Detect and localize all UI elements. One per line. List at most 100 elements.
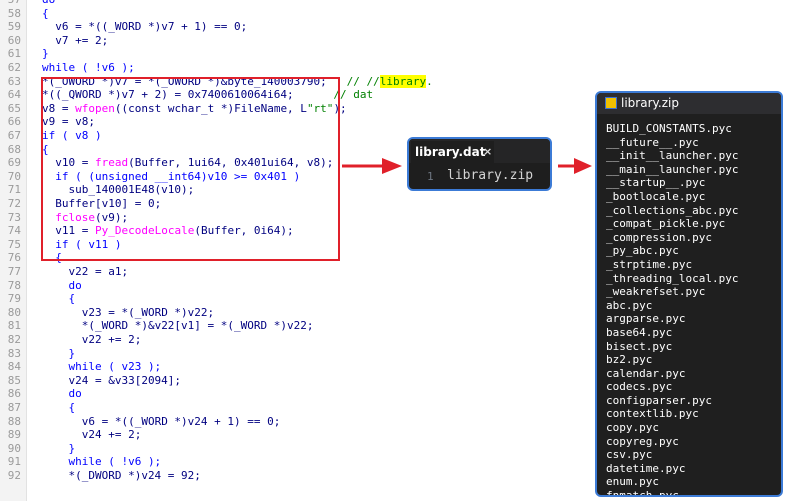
zip-file-item[interactable]: __startup__.pyc xyxy=(606,176,738,190)
code-line: 61} xyxy=(0,47,787,61)
code-text[interactable]: v6 = *((_WORD *)v24 + 1) == 0; xyxy=(82,415,281,429)
code-text[interactable]: while ( !v6 ); xyxy=(42,61,135,75)
zip-file-item[interactable]: bisect.pyc xyxy=(606,340,738,354)
line-number: 91 xyxy=(7,455,21,469)
zip-file-item[interactable]: _compat_pickle.pyc xyxy=(606,217,738,231)
line-number: 86 xyxy=(7,387,21,401)
code-text[interactable]: do xyxy=(68,387,81,401)
code-text[interactable]: } xyxy=(68,347,75,361)
zip-file-item[interactable]: abc.pyc xyxy=(606,299,738,313)
zip-file-item[interactable]: bz2.pyc xyxy=(606,353,738,367)
code-text[interactable]: { xyxy=(68,292,75,306)
line-number: 88 xyxy=(7,414,21,428)
code-text[interactable]: v22 += 2; xyxy=(82,333,142,347)
zip-file-item[interactable]: base64.pyc xyxy=(606,326,738,340)
zip-file-list: BUILD_CONSTANTS.pyc __future__.pyc __init_… xyxy=(606,122,738,495)
code-text[interactable]: while ( !v6 ); xyxy=(68,455,161,469)
line-number: 61 xyxy=(7,47,21,61)
code-line: 58 { xyxy=(0,7,787,21)
zip-file-item[interactable]: __init__launcher.pyc xyxy=(606,149,738,163)
code-token: do xyxy=(42,0,55,6)
zip-title-bar: library.zip xyxy=(597,93,781,114)
line-number: 74 xyxy=(7,224,21,238)
code-text[interactable]: v23 = *(_WORD *)v22; xyxy=(82,306,214,320)
close-icon[interactable]: × xyxy=(483,141,492,163)
line-number: 90 xyxy=(7,441,21,455)
tab-library-dat[interactable]: library.dat × xyxy=(411,141,494,163)
zip-file-item[interactable]: copyreg.pyc xyxy=(606,435,738,449)
code-token: } xyxy=(68,346,76,360)
code-token: while ( !v6 ); xyxy=(68,455,162,469)
zip-file-item[interactable]: enum.pyc xyxy=(606,475,738,489)
zip-file-item[interactable]: calendar.pyc xyxy=(606,367,738,381)
line-number: 80 xyxy=(7,305,21,319)
code-text[interactable]: while ( v23 ); xyxy=(68,360,161,374)
zip-title: library.zip xyxy=(621,96,679,110)
zip-file-item[interactable]: datetime.pyc xyxy=(606,462,738,476)
zip-file-item[interactable]: copy.pyc xyxy=(606,421,738,435)
zip-file-item[interactable]: __future__.pyc xyxy=(606,136,738,150)
code-token: v7 += 2; xyxy=(55,33,109,47)
zip-file-item[interactable]: _weakrefset.pyc xyxy=(606,285,738,299)
zip-file-item[interactable]: _threading_local.pyc xyxy=(606,272,738,286)
code-text[interactable]: v6 = *((_WORD *)v7 + 1) == 0; xyxy=(55,20,247,34)
code-text[interactable]: v24 = &v33[2094]; xyxy=(68,374,181,388)
line-number: 59 xyxy=(7,20,21,34)
line-number: 70 xyxy=(7,169,21,183)
code-text[interactable]: v22 = a1; xyxy=(68,265,128,279)
line-number: 85 xyxy=(7,373,21,387)
line-number: 71 xyxy=(7,183,21,197)
line-number: 83 xyxy=(7,346,21,360)
line-number: 82 xyxy=(7,333,21,346)
code-text[interactable]: } xyxy=(42,47,49,61)
zip-file-item[interactable]: _py_abc.pyc xyxy=(606,244,738,258)
tab-label: library.dat xyxy=(415,145,486,159)
code-text[interactable]: *(_DWORD *)v24 = 92; xyxy=(68,469,200,483)
code-token: { xyxy=(68,292,76,306)
line-number: 73 xyxy=(7,210,21,224)
line-number: 84 xyxy=(7,360,21,374)
code-text[interactable]: { xyxy=(68,401,75,415)
code-token: do xyxy=(68,278,82,292)
code-text[interactable]: do xyxy=(68,279,81,293)
code-token: { xyxy=(42,6,49,20)
zip-archive-icon xyxy=(605,97,617,109)
line-number: 75 xyxy=(7,237,21,251)
code-text[interactable]: v7 += 2; xyxy=(55,34,108,48)
line-number: 65 xyxy=(7,101,21,115)
code-token: library xyxy=(379,74,427,88)
line-number: 63 xyxy=(7,74,21,88)
code-token: . xyxy=(426,74,433,88)
arrow-icon xyxy=(558,158,592,174)
zip-file-item[interactable]: _collections_abc.pyc xyxy=(606,204,738,218)
zip-file-item[interactable]: contextlib.pyc xyxy=(606,407,738,421)
code-text[interactable]: *(_WORD *)&v22[v1] = *(_WORD *)v22; xyxy=(82,319,314,333)
zip-file-item[interactable]: codecs.pyc xyxy=(606,380,738,394)
code-token: v24 += 2; xyxy=(81,428,142,442)
zip-file-item[interactable]: argparse.pyc xyxy=(606,312,738,326)
code-token: v6 = *((_WORD *)v7 + 1) == 0; xyxy=(55,20,248,34)
code-line: 59 v6 = *((_WORD *)v7 + 1) == 0; xyxy=(0,20,787,34)
line-number: 76 xyxy=(7,251,21,265)
code-token: while ( v23 ); xyxy=(68,360,162,374)
code-token: } xyxy=(42,47,49,61)
zip-file-item[interactable]: fnmatch.pyc xyxy=(606,489,738,495)
code-line: 62 while ( !v6 ); xyxy=(0,61,787,75)
code-text[interactable]: v24 += 2; xyxy=(82,428,142,442)
code-text[interactable]: do xyxy=(42,0,55,7)
code-token: } xyxy=(68,441,76,455)
zip-file-item[interactable]: BUILD_CONSTANTS.pyc xyxy=(606,122,738,136)
zip-file-item[interactable]: __main__launcher.pyc xyxy=(606,163,738,177)
line-number: 77 xyxy=(7,265,21,278)
zip-file-item[interactable]: configparser.pyc xyxy=(606,394,738,408)
zip-file-item[interactable]: _strptime.pyc xyxy=(606,258,738,272)
line-number: 87 xyxy=(7,401,21,414)
code-token: v24 = &v33[2094]; xyxy=(68,373,182,387)
file-content[interactable]: library.zip xyxy=(447,168,533,183)
zip-file-item[interactable]: csv.pyc xyxy=(606,448,738,462)
line-number: 79 xyxy=(7,292,21,306)
code-text[interactable]: } xyxy=(68,442,75,456)
zip-file-item[interactable]: _bootlocale.pyc xyxy=(606,190,738,204)
code-text[interactable]: { xyxy=(42,7,49,21)
zip-file-item[interactable]: _compression.pyc xyxy=(606,231,738,245)
